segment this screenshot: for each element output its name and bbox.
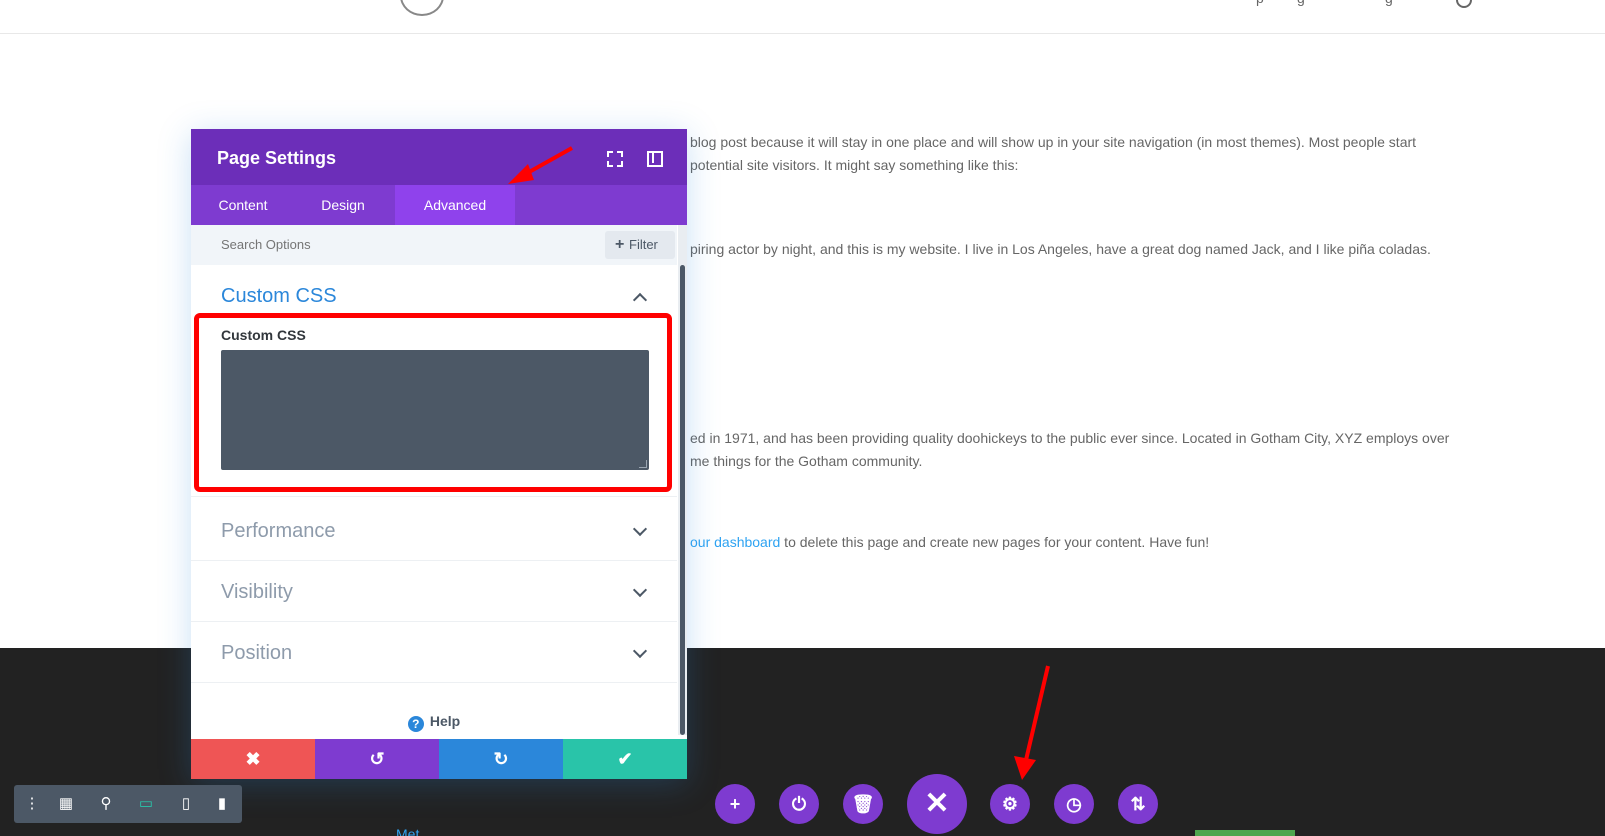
clear-layout-button[interactable]: 🗑 (843, 784, 883, 824)
trash-icon: 🗑 (851, 794, 875, 814)
chevron-down-icon[interactable] (632, 582, 648, 598)
dashboard-link[interactable]: our dashboard (690, 534, 780, 550)
footer-green-block (1195, 830, 1295, 836)
body-text: potential site visitors. It might say so… (690, 157, 1019, 173)
plus-icon: + (729, 794, 741, 814)
search-options-bar: + Filter (191, 225, 677, 265)
modal-header[interactable]: Page Settings (191, 129, 687, 185)
site-header: p g g (0, 0, 1605, 34)
footer-text: Met (396, 826, 420, 836)
phone-icon[interactable]: ▮ (212, 794, 232, 814)
history-icon: ◷ (1066, 794, 1082, 814)
tab-advanced[interactable]: Advanced (395, 185, 515, 225)
body-text: blog post because it will stay in one pl… (690, 134, 1417, 150)
annotation-highlight-box (194, 313, 672, 492)
history-button[interactable]: ◷ (1054, 784, 1094, 824)
logo-icon[interactable] (400, 0, 444, 16)
search-icon[interactable] (1456, 0, 1472, 8)
split-view-icon[interactable] (645, 149, 663, 167)
sort-button[interactable]: ⇅ (1118, 784, 1158, 824)
tab-content[interactable]: Content (191, 185, 295, 225)
gear-icon: ⚙ (1001, 794, 1019, 814)
search-options-input[interactable] (221, 237, 551, 252)
section-performance-toggle[interactable]: Performance (221, 520, 336, 543)
save-button[interactable]: ✔ (563, 739, 687, 779)
scrollbar-thumb[interactable] (680, 265, 685, 735)
more-vertical-icon[interactable]: ⋮ (22, 794, 42, 814)
help-link[interactable]: ? Help (191, 713, 677, 735)
filter-label: Filter (629, 237, 658, 252)
nav-item[interactable]: g (1297, 0, 1305, 6)
add-button[interactable]: + (715, 784, 755, 824)
chevron-up-icon[interactable] (632, 292, 648, 308)
chevron-down-icon[interactable] (632, 521, 648, 537)
cancel-button[interactable]: ✖ (191, 739, 315, 779)
nav-item[interactable]: p (1256, 0, 1264, 6)
divider (191, 682, 677, 683)
close-icon: ✕ (924, 787, 950, 820)
section-position-toggle[interactable]: Position (221, 642, 292, 665)
body-text: piring actor by night, and this is my we… (690, 241, 1431, 257)
zoom-icon[interactable]: ⚲ (96, 794, 116, 814)
layout-icon[interactable]: ▦ (56, 794, 76, 814)
portability-button[interactable]: ⏻ (779, 784, 819, 824)
divider (191, 560, 677, 561)
section-visibility-toggle[interactable]: Visibility (221, 581, 293, 604)
expand-icon[interactable] (605, 149, 623, 167)
divider (191, 496, 677, 497)
section-custom-css-toggle[interactable]: Custom CSS (221, 285, 337, 308)
body-text: our dashboard to delete this page and cr… (690, 534, 1209, 550)
power-icon: ⏻ (791, 794, 807, 814)
annotation-arrow-advanced (508, 146, 573, 184)
body-text-rest: to delete this page and create new pages… (780, 534, 1210, 550)
help-label: Help (429, 713, 461, 729)
modal-title: Page Settings (217, 148, 337, 168)
body-text: ed in 1971, and has been providing quali… (690, 430, 1450, 446)
sort-icon: ⇅ (1130, 794, 1146, 814)
desktop-icon[interactable]: ▭ (136, 794, 156, 814)
plus-icon: + (615, 236, 625, 253)
modal-tabs: Content Design Advanced (191, 185, 687, 225)
page-settings-button[interactable]: ⚙ (990, 784, 1030, 824)
divider (191, 621, 677, 622)
annotation-arrow-gear (1014, 665, 1050, 780)
nav-item[interactable]: g (1385, 0, 1393, 6)
tab-design[interactable]: Design (295, 185, 391, 225)
tablet-icon[interactable]: ▯ (176, 794, 196, 814)
undo-button[interactable]: ↺ (315, 739, 439, 779)
filter-button[interactable]: + Filter (605, 231, 675, 259)
help-icon: ? (407, 716, 424, 732)
redo-button[interactable]: ↻ (439, 739, 563, 779)
close-settings-button[interactable]: ✕ (907, 774, 967, 834)
modal-footer: ✖ ↺ ↻ ✔ (191, 739, 687, 779)
view-mode-toolbar: ⋮ ▦ ⚲ ▭ ▯ ▮ (14, 785, 242, 823)
body-text: me things for the Gotham community. (690, 453, 923, 469)
chevron-down-icon[interactable] (632, 643, 648, 659)
